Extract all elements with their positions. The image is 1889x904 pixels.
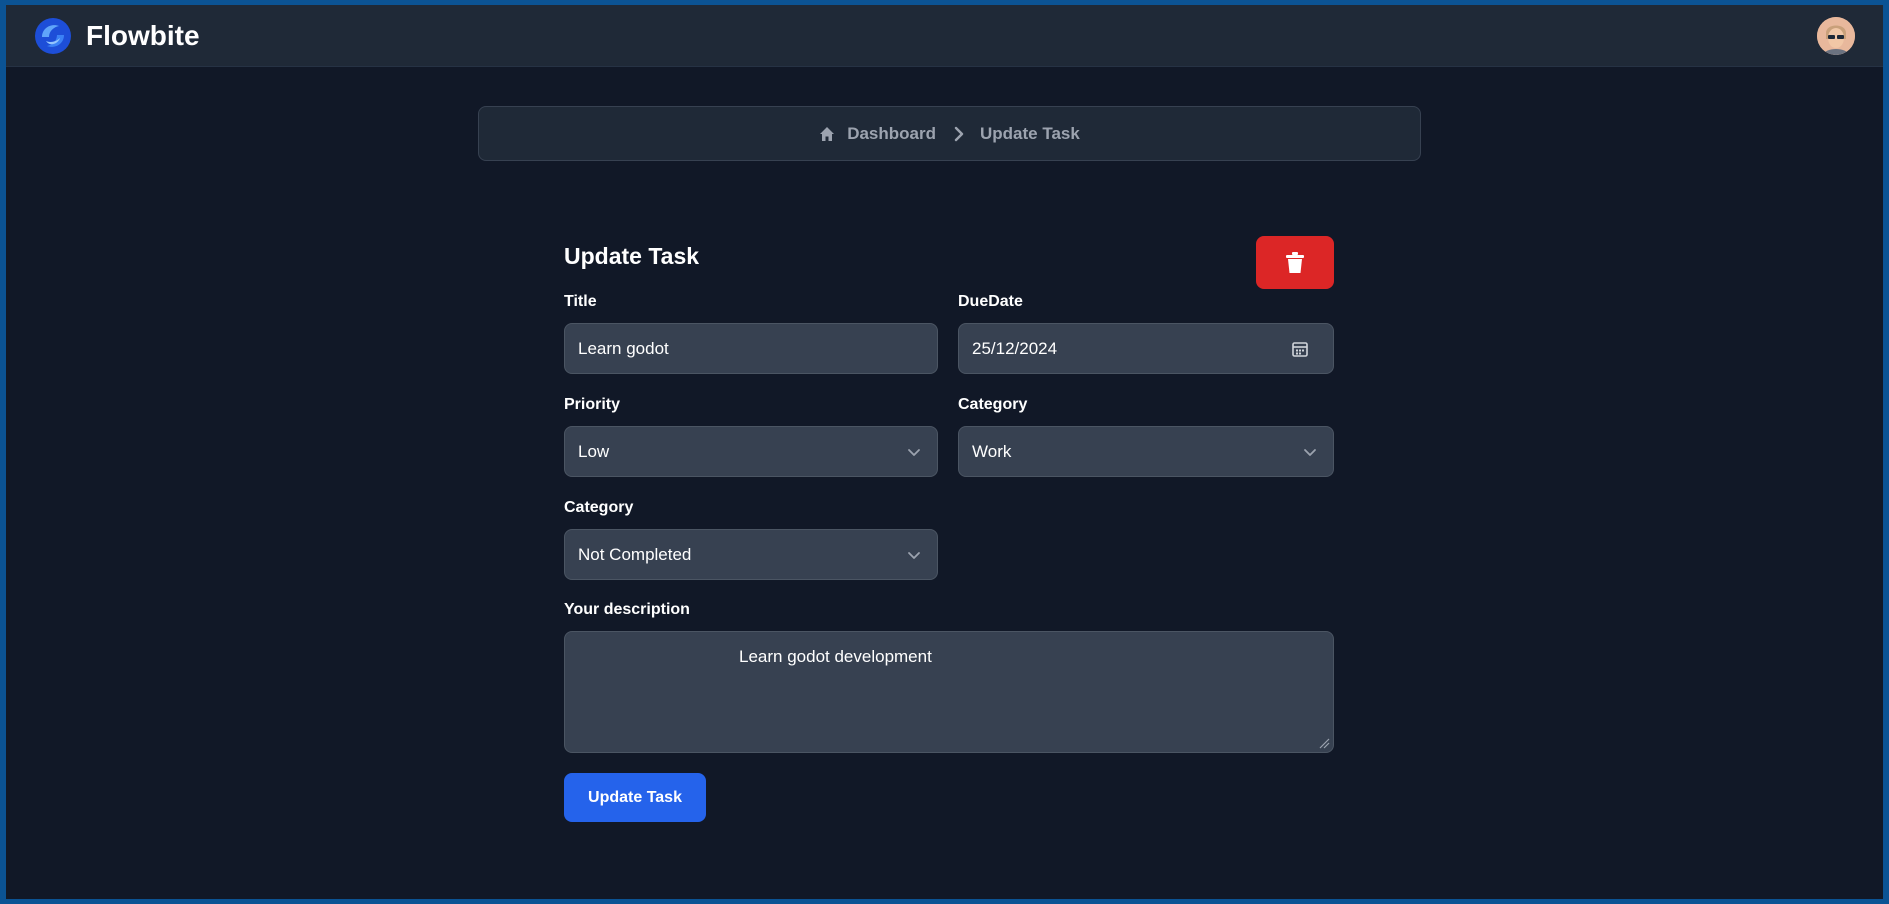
calendar-icon[interactable] <box>1291 340 1309 358</box>
title-label: Title <box>564 293 597 310</box>
resize-handle-icon[interactable] <box>1318 737 1330 749</box>
delete-task-button[interactable] <box>1256 236 1334 289</box>
category-select-value: Work <box>972 441 1012 461</box>
breadcrumb-current: Update Task <box>979 123 1080 143</box>
user-avatar[interactable] <box>1817 17 1855 55</box>
flowbite-logo-icon <box>35 18 71 54</box>
status-select-value: Not Completed <box>578 544 692 564</box>
page-title: Update Task <box>564 243 700 269</box>
trash-icon <box>1286 251 1304 273</box>
status-select[interactable]: Not Completed <box>564 529 938 580</box>
update-task-button[interactable]: Update Task <box>564 773 706 822</box>
description-textarea[interactable]: Learn godot development <box>564 631 1334 753</box>
breadcrumb-dashboard-link[interactable]: Dashboard <box>847 124 936 144</box>
breadcrumb: Dashboard Update Task <box>478 106 1421 161</box>
due-date-value: 25/12/2024 <box>972 338 1058 358</box>
category-label: Category <box>958 396 1028 413</box>
title-input[interactable]: Learn godot <box>564 323 938 374</box>
brand-name: Flowbite <box>86 20 200 51</box>
app-window: Flowbite Dashboard Update Task Update Ta… <box>6 5 1883 899</box>
priority-select[interactable]: Low <box>564 426 938 477</box>
home-icon <box>820 126 835 141</box>
description-label: Your description <box>564 601 690 618</box>
brand-link[interactable]: Flowbite <box>34 17 200 55</box>
chevron-down-icon <box>908 449 920 456</box>
category-select[interactable]: Work <box>958 426 1334 477</box>
due-date-input[interactable]: 25/12/2024 <box>958 323 1334 374</box>
top-navbar: Flowbite <box>6 5 1883 67</box>
chevron-down-icon <box>1304 449 1316 456</box>
user-avatar-icon <box>1817 17 1855 55</box>
status-label: Category <box>564 499 634 516</box>
priority-label: Priority <box>564 396 621 413</box>
chevron-right-icon <box>954 126 964 141</box>
due-date-label: DueDate <box>958 293 1023 310</box>
priority-select-value: Low <box>578 441 610 461</box>
breadcrumb-home[interactable]: Dashboard <box>819 124 936 144</box>
title-input-value: Learn godot <box>578 338 669 358</box>
chevron-down-icon <box>908 552 920 559</box>
description-value: Learn godot development <box>739 647 932 666</box>
